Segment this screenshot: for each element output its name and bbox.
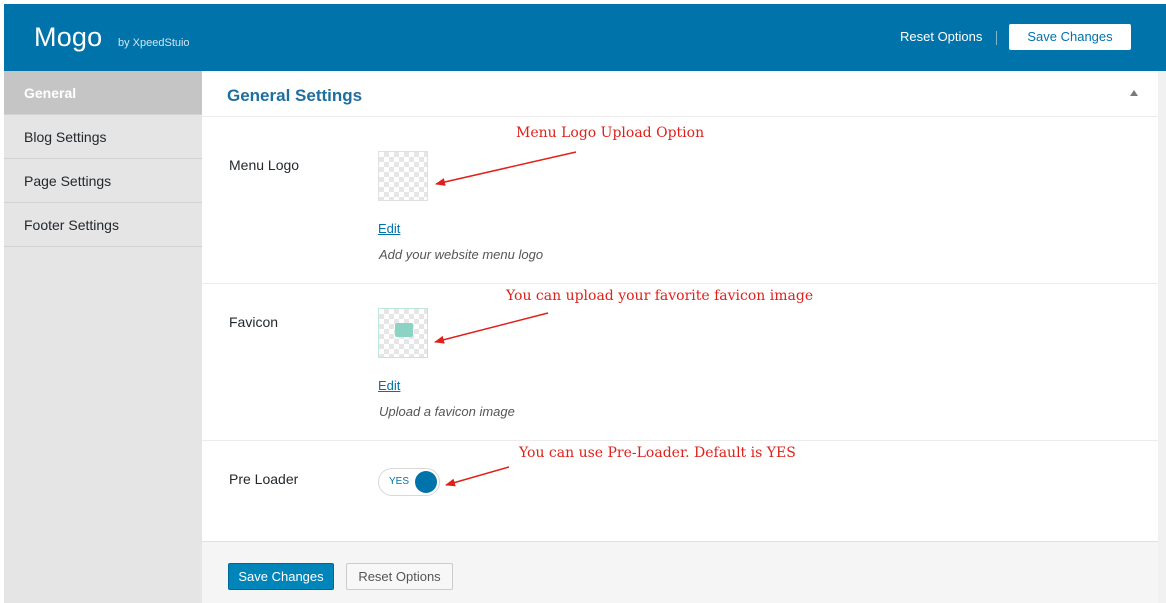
arrow-menu-logo: [435, 151, 577, 186]
pre-loader-toggle[interactable]: YES: [378, 468, 440, 496]
divider: [202, 283, 1158, 284]
favicon-thumbnail[interactable]: [378, 308, 428, 358]
arrow-pre-loader: [445, 466, 510, 487]
settings-panel: General Settings Menu Logo Edit Add your…: [202, 71, 1158, 603]
divider: [202, 440, 1158, 441]
sidebar-item-general[interactable]: General: [4, 71, 202, 115]
sidebar-item-blog-settings[interactable]: Blog Settings: [4, 115, 202, 159]
brand-byline: by XpeedStuio: [118, 37, 190, 49]
sidebar-item-footer-settings[interactable]: Footer Settings: [4, 203, 202, 247]
favicon-label: Favicon: [229, 314, 279, 330]
collapse-caret-icon[interactable]: [1130, 90, 1138, 96]
menu-logo-edit-link[interactable]: Edit: [378, 221, 400, 236]
panel-title: General Settings: [227, 86, 363, 105]
annotation-arrows: [434, 151, 577, 487]
menu-logo-thumbnail[interactable]: [378, 151, 428, 201]
footer-actions: Save Changes Reset Options: [202, 541, 1158, 603]
menu-logo-description: Add your website menu logo: [379, 247, 544, 262]
sidebar-item-page-settings[interactable]: Page Settings: [4, 159, 202, 203]
divider: [202, 116, 1158, 117]
annotation-menu-logo: Menu Logo Upload Option: [516, 125, 705, 141]
toggle-state-text: YES: [389, 476, 410, 487]
favicon-description: Upload a favicon image: [379, 404, 515, 419]
arrow-favicon: [434, 312, 549, 344]
annotation-favicon: You can upload your favorite favicon ima…: [506, 288, 814, 304]
pre-loader-label: Pre Loader: [229, 471, 299, 487]
app-frame: Mogo by XpeedStuio Reset Options Save Ch…: [4, 4, 1166, 603]
reset-options-button[interactable]: Reset Options: [346, 563, 453, 590]
favicon-image-icon: [395, 323, 413, 337]
save-changes-button-top[interactable]: Save Changes: [1009, 24, 1131, 50]
reset-options-link[interactable]: Reset Options: [900, 29, 982, 44]
save-changes-button[interactable]: Save Changes: [228, 563, 334, 590]
favicon-edit-link[interactable]: Edit: [378, 378, 400, 393]
toggle-knob: [415, 471, 437, 493]
brand-title: Mogo: [34, 22, 103, 52]
sidebar-nav: General Blog Settings Page Settings Foot…: [4, 71, 202, 603]
menu-logo-label: Menu Logo: [229, 157, 300, 173]
header-divider: [996, 31, 997, 45]
header-bar: Mogo by XpeedStuio Reset Options Save Ch…: [4, 4, 1166, 71]
annotation-pre-loader: You can use Pre-Loader. Default is YES: [519, 445, 796, 461]
